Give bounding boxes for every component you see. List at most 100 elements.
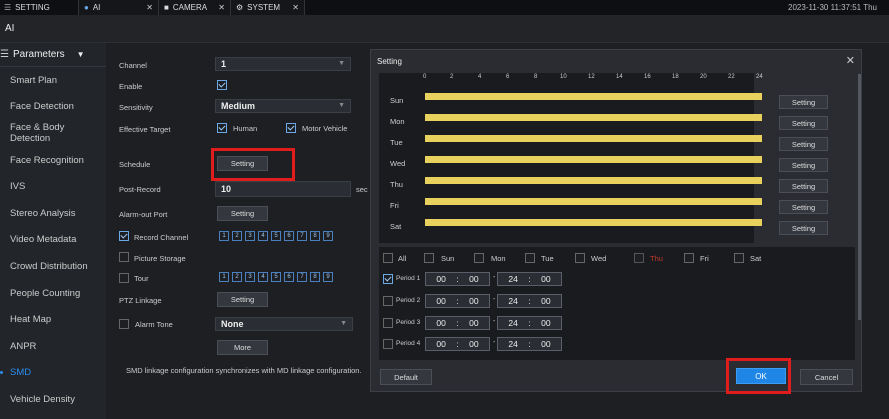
- channel-number[interactable]: 5: [271, 231, 281, 241]
- period-checkbox[interactable]: [383, 339, 393, 349]
- channel-number[interactable]: 4: [258, 231, 268, 241]
- sat-checkbox[interactable]: [734, 253, 744, 263]
- sun-checkbox[interactable]: [424, 253, 434, 263]
- tab-ai[interactable]: ● AI ✕: [79, 0, 159, 15]
- close-icon[interactable]: ✕: [846, 54, 855, 67]
- sidebar-item-people-counting[interactable]: People Counting: [0, 280, 106, 307]
- cancel-button[interactable]: Cancel: [800, 369, 853, 385]
- channel-number[interactable]: 9: [323, 231, 333, 241]
- day-setting-button-sun[interactable]: Setting: [779, 95, 828, 109]
- close-icon[interactable]: ✕: [292, 3, 299, 12]
- close-icon[interactable]: ✕: [146, 3, 153, 12]
- human-checkbox[interactable]: [217, 123, 227, 133]
- sidebar-item-heat-map[interactable]: Heat Map: [0, 306, 106, 333]
- sidebar-header[interactable]: ☰ Parameters ▼: [0, 43, 106, 67]
- schedule-bar-mon[interactable]: [425, 114, 762, 121]
- tour-number[interactable]: 7: [297, 272, 307, 282]
- page-title: AI: [0, 15, 889, 43]
- sidebar-item-vehicle-density[interactable]: Vehicle Density: [0, 386, 106, 413]
- period-start-time[interactable]: 00:00: [425, 294, 490, 308]
- list-icon: ☰: [0, 49, 9, 60]
- period-end-time[interactable]: 24:00: [497, 316, 562, 330]
- tour-number[interactable]: 2: [232, 272, 242, 282]
- day-setting-button-thu[interactable]: Setting: [779, 179, 828, 193]
- period-start-time[interactable]: 00:00: [425, 316, 490, 330]
- channel-select[interactable]: 1 ▼: [215, 57, 351, 71]
- day-setting-button-tue[interactable]: Setting: [779, 137, 828, 151]
- schedule-bar-fri[interactable]: [425, 198, 762, 205]
- tour-number[interactable]: 5: [271, 272, 281, 282]
- tour-number[interactable]: 3: [245, 272, 255, 282]
- sidebar-item-ivs[interactable]: IVS: [0, 173, 106, 200]
- fri-checkbox[interactable]: [684, 253, 694, 263]
- more-button[interactable]: More: [217, 340, 268, 355]
- tue-checkbox[interactable]: [525, 253, 535, 263]
- ptz-setting-button[interactable]: Setting: [217, 292, 268, 307]
- sat-label: Sat: [750, 254, 762, 263]
- sidebar-item-crowd-distribution[interactable]: Crowd Distribution: [0, 253, 106, 280]
- motor-vehicle-checkbox[interactable]: [286, 123, 296, 133]
- schedule-bar-thu[interactable]: [425, 177, 762, 184]
- sidebar-item-face-body-detection[interactable]: Face & Body Detection: [0, 120, 106, 147]
- period-end-time[interactable]: 24:00: [497, 272, 562, 286]
- default-button[interactable]: Default: [380, 369, 432, 385]
- period-checkbox[interactable]: [383, 274, 393, 284]
- channel-number[interactable]: 3: [245, 231, 255, 241]
- tab-system[interactable]: ⚙ SYSTEM ✕: [231, 0, 305, 15]
- tour-checkbox[interactable]: [119, 273, 129, 283]
- sidebar-item-face-detection[interactable]: Face Detection: [0, 94, 106, 121]
- schedule-bar-wed[interactable]: [425, 156, 762, 163]
- tour-number[interactable]: 4: [258, 272, 268, 282]
- record-channel-checkbox[interactable]: [119, 231, 129, 241]
- alarm-tone-checkbox[interactable]: [119, 319, 129, 329]
- sidebar-item-anpr[interactable]: ANPR: [0, 333, 106, 360]
- schedule-bar-sat[interactable]: [425, 219, 762, 226]
- alarm-out-setting-button[interactable]: Setting: [217, 206, 268, 221]
- period-checkbox[interactable]: [383, 318, 393, 328]
- period-checkbox[interactable]: [383, 296, 393, 306]
- channel-number[interactable]: 7: [297, 231, 307, 241]
- tour-number[interactable]: 1: [219, 272, 229, 282]
- mon-checkbox[interactable]: [474, 253, 484, 263]
- tour-number[interactable]: 6: [284, 272, 294, 282]
- picture-storage-checkbox[interactable]: [119, 252, 129, 262]
- start-minute: 00: [469, 296, 479, 306]
- close-icon[interactable]: ✕: [218, 3, 225, 12]
- tour-number[interactable]: 8: [310, 272, 320, 282]
- alarm-tone-value: None: [221, 319, 244, 329]
- schedule-bar-sun[interactable]: [425, 93, 762, 100]
- vertical-scrollbar[interactable]: [858, 74, 861, 320]
- enable-checkbox[interactable]: [217, 80, 227, 90]
- sidebar-item-video-metadata[interactable]: Video Metadata: [0, 227, 106, 254]
- all-checkbox[interactable]: [383, 253, 393, 263]
- setting-menu-button[interactable]: ☰ SETTING: [0, 0, 79, 15]
- period-end-time[interactable]: 24:00: [497, 337, 562, 351]
- sidebar-item-face-recognition[interactable]: Face Recognition: [0, 147, 106, 174]
- sidebar-item-smd[interactable]: SMD: [0, 360, 106, 387]
- period-start-time[interactable]: 00:00: [425, 272, 490, 286]
- day-setting-button-fri[interactable]: Setting: [779, 200, 828, 214]
- sidebar-item-smart-plan[interactable]: Smart Plan: [0, 67, 106, 94]
- wed-checkbox[interactable]: [575, 253, 585, 263]
- period-label: Period 4: [396, 340, 421, 347]
- channel-number[interactable]: 2: [232, 231, 242, 241]
- effective-target-label: Effective Target: [119, 125, 171, 134]
- period-end-time[interactable]: 24:00: [497, 294, 562, 308]
- tab-camera[interactable]: ■ CAMERA ✕: [159, 0, 231, 15]
- schedule-bar-tue[interactable]: [425, 135, 762, 142]
- camera-icon: ■: [164, 3, 169, 12]
- hour-label: 4: [478, 74, 482, 80]
- post-record-input[interactable]: 10: [215, 181, 351, 197]
- channel-number[interactable]: 6: [284, 231, 294, 241]
- day-setting-button-wed[interactable]: Setting: [779, 158, 828, 172]
- period-start-time[interactable]: 00:00: [425, 337, 490, 351]
- alarm-tone-select[interactable]: None ▼: [215, 317, 353, 331]
- tour-number[interactable]: 9: [323, 272, 333, 282]
- day-setting-button-mon[interactable]: Setting: [779, 116, 828, 130]
- day-setting-button-sat[interactable]: Setting: [779, 221, 828, 235]
- thu-checkbox[interactable]: [634, 253, 644, 263]
- channel-number[interactable]: 1: [219, 231, 229, 241]
- channel-number[interactable]: 8: [310, 231, 320, 241]
- sidebar-item-stereo-analysis[interactable]: Stereo Analysis: [0, 200, 106, 227]
- sensitivity-select[interactable]: Medium ▼: [215, 99, 351, 113]
